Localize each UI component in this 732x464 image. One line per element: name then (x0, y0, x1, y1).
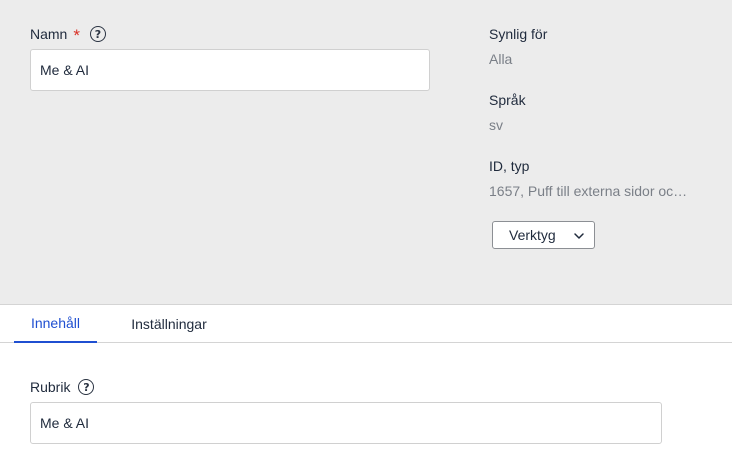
visible-for-value: Alla (489, 51, 513, 67)
heading-field-label: Rubrik ? (30, 379, 95, 395)
tools-dropdown-button[interactable]: Verktyg (492, 221, 595, 249)
tab-innehall[interactable]: Innehåll (14, 305, 97, 343)
tab-installningar[interactable]: Inställningar (115, 305, 223, 343)
properties-panel: Namn * ? Me & AI Synlig för Alla Språk s… (0, 0, 732, 305)
help-icon[interactable]: ? (89, 26, 106, 42)
id-type-label: ID, typ (489, 158, 530, 174)
visible-for-label: Synlig för (489, 26, 548, 42)
name-input[interactable]: Me & AI (30, 49, 430, 91)
tools-button-label: Verktyg (509, 227, 556, 243)
tab-label: Inställningar (131, 316, 207, 332)
language-label: Språk (489, 92, 526, 108)
tab-bar: Innehåll Inställningar (0, 305, 732, 343)
heading-label-text: Rubrik (30, 379, 71, 395)
name-input-value: Me & AI (40, 62, 90, 78)
chevron-down-icon (574, 233, 584, 239)
help-icon[interactable]: ? (78, 379, 95, 395)
required-marker: * (73, 26, 80, 45)
language-value: sv (489, 117, 503, 133)
heading-input[interactable]: Me & AI (30, 402, 662, 444)
tab-label: Innehåll (30, 315, 81, 331)
heading-input-value: Me & AI (40, 415, 90, 431)
name-field-label: Namn * ? (30, 26, 106, 45)
id-type-value: 1657, Puff till externa sidor oc… (489, 183, 688, 199)
name-label-text: Namn (30, 26, 68, 42)
